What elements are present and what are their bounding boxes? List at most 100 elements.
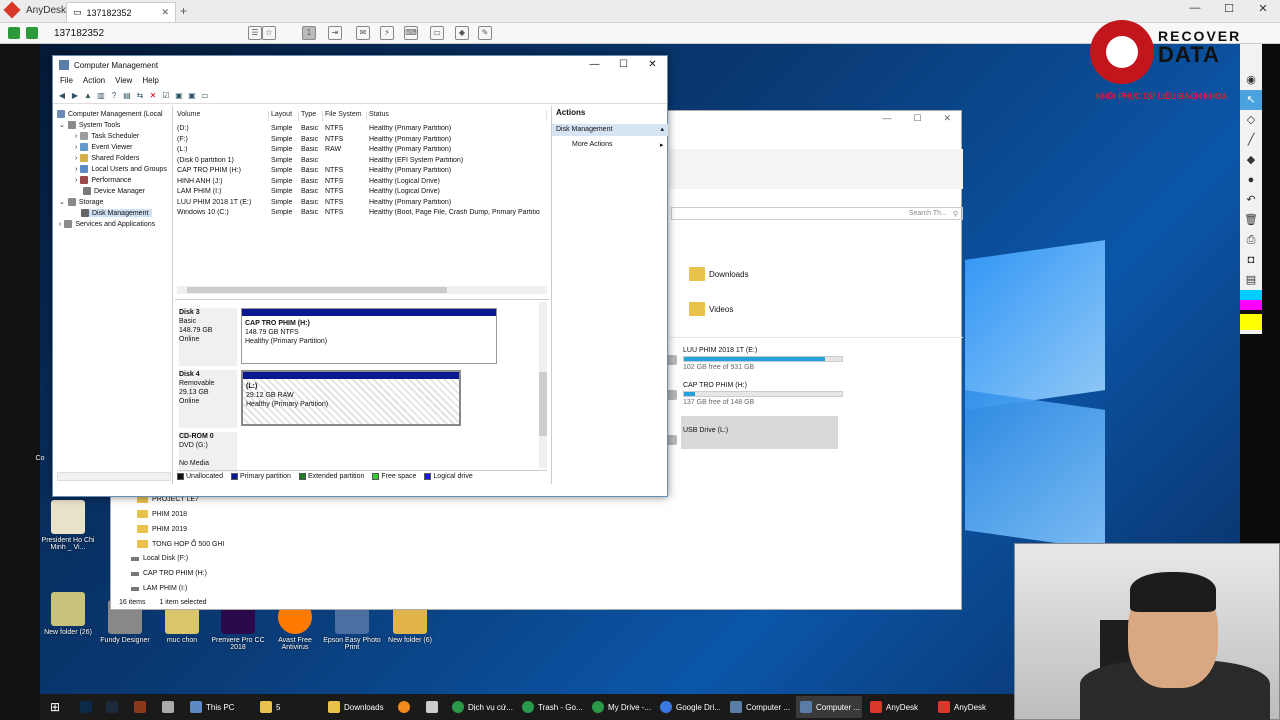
drive-item[interactable]: CAP TRO PHIM (H:) 137 GB free of 148 GB [653,382,843,406]
eraser-icon[interactable]: ◇ [1240,110,1262,130]
tree-node[interactable]: › Performance [75,176,131,184]
collapse-icon[interactable]: ⌄ [59,198,65,206]
volume-row[interactable]: (D:) Simple Basic NTFS Healthy (Primary Part… [175,125,549,136]
menu-file[interactable]: File [60,76,73,85]
connect-icon[interactable]: ⇆ [135,91,145,101]
start-button[interactable]: ⊞ [50,699,60,715]
tree-node[interactable]: › Event Viewer [75,143,132,151]
action-icon[interactable]: ⚡ [380,26,394,40]
menu-help[interactable]: Help [142,76,158,85]
column-file-system[interactable]: File System [325,111,367,121]
expand-icon[interactable]: › [75,166,77,173]
taskbar-anydesk-2[interactable]: AnyDesk [938,699,986,715]
marker-icon[interactable]: ◆ [1240,150,1262,170]
vertical-scrollbar[interactable] [539,302,547,468]
close-button[interactable]: ✕ [943,113,951,124]
maximize-button[interactable]: ☐ [913,113,921,124]
cdrom-label[interactable]: CD-ROM 0 DVD (G:) No Media [179,432,237,472]
minimize-button[interactable]: — [882,113,891,124]
view-icon[interactable]: ▭ [200,91,210,101]
monitor-select-icon[interactable]: 1 [302,26,316,40]
desktop-icon[interactable]: New folder (26) [38,592,98,636]
disk-4-label[interactable]: Disk 4 Removable 29.13 GB Online [179,370,237,428]
taskbar-bridge[interactable] [134,699,146,715]
search-folder-icon[interactable]: ▣ [187,91,197,101]
scroll-thumb[interactable] [539,372,547,436]
maximize-button[interactable]: ☐ [1212,2,1246,15]
column-layout[interactable]: Layout [271,111,299,121]
folder-icon[interactable]: ▣ [174,91,184,101]
desktop-icon[interactable]: President Ho Chi Minh _ Vi... [38,500,98,551]
volume-row[interactable]: (F:) Simple Basic NTFS Healthy (Primary Part… [175,136,549,147]
nav-item[interactable]: CAP TRO PHIM (H:) [131,570,207,577]
send-icon[interactable]: ⇥ [328,26,342,40]
tree-node[interactable]: › Task Scheduler [75,132,139,140]
menu-action[interactable]: Action [83,76,105,85]
taskbar-chrome-1[interactable]: Dịch vụ cứ... [452,699,513,715]
nav-item[interactable]: Local Disk (F:) [131,555,188,562]
taskbar-chrome-2[interactable]: Trash - Go... [522,699,583,715]
folder-videos[interactable]: Videos [689,302,733,316]
up-folder-icon[interactable]: ▲ [83,91,93,101]
drive-item-selected[interactable]: USB Drive (L:) [653,427,843,445]
color-palette-icon[interactable] [1240,290,1262,330]
column-volume[interactable]: Volume [177,111,269,121]
undo-icon[interactable]: ↶ [1240,190,1262,210]
volume-row[interactable]: (L:) Simple Basic RAW Healthy (Primary Parti… [175,146,549,157]
volume-row[interactable]: (Disk 0 partition 1) Simple Basic Healthy (… [175,157,549,168]
show-tree-icon[interactable]: ▥ [96,91,106,101]
scroll-thumb[interactable] [187,287,447,293]
pointer-icon[interactable]: ↖ [1240,90,1262,110]
print-icon[interactable]: ⎙ [1240,230,1262,250]
collapse-icon[interactable]: ⌄ [59,121,65,129]
eye-icon[interactable]: ◉ [1240,70,1262,90]
volume-row[interactable]: HINH ANH (J:) Simple Basic NTFS Healthy (Log… [175,178,549,189]
display-icon[interactable]: ▭ [430,26,444,40]
search-input[interactable]: Search Th... ⚲ [671,207,963,220]
actions-section-disk-management[interactable]: Disk Management ▴ [552,124,668,136]
taskbar-chrome-3[interactable]: My Drive -... [592,699,651,715]
tree-node[interactable]: › Shared Folders [75,154,139,162]
taskbar-firefox[interactable] [398,699,410,715]
taskbar-chrome-4[interactable]: Google Dri... [660,699,721,715]
column-status[interactable]: Status [369,111,547,121]
folder-downloads[interactable]: Downloads [689,267,749,281]
horizontal-scrollbar[interactable] [57,472,171,481]
minimize-button[interactable]: — [580,56,609,74]
check-icon[interactable]: ☑ [161,91,171,101]
partition-l-raw[interactable]: (L:) 29.12 GB RAW Healthy (Primary Partiti… [241,370,461,426]
expand-icon[interactable]: › [75,177,77,184]
close-button[interactable]: ✕ [638,56,667,74]
dot-icon[interactable]: ● [1240,170,1262,190]
close-button[interactable]: ✕ [1246,2,1280,15]
taskbar-computer-management-2[interactable]: Computer ... [800,699,860,715]
tree-node[interactable]: ⌄ System Tools [59,121,120,129]
drive-item[interactable]: LUU PHIM 2018 1T (E:) 102 GB free of 931 … [653,347,843,371]
tree-node[interactable]: Computer Management (Local [57,110,163,118]
tree-node-selected[interactable]: Disk Management [81,209,153,217]
collapse-icon[interactable]: ▴ [660,124,664,136]
trash-icon[interactable]: 🗑 [1240,210,1262,230]
nav-item[interactable]: PHIM 2018 [137,510,187,518]
pen-icon[interactable]: ✎ [478,26,492,40]
taskbar-downloads[interactable]: Downloads [328,699,384,715]
keyboard-icon[interactable]: ⌨ [404,26,418,40]
tree-node[interactable]: › Local Users and Groups [75,165,167,173]
menu-view[interactable]: View [115,76,132,85]
taskbar-this-pc[interactable]: This PC [190,699,234,715]
horizontal-scrollbar[interactable] [177,286,547,294]
nav-item[interactable]: PHIM 2019 [137,525,187,533]
taskbar-folder[interactable]: 5 [260,699,280,715]
delete-icon[interactable]: ✕ [148,91,158,101]
nav-item[interactable]: TONG HOP Ổ 500 GHI [137,540,225,548]
taskbar-app[interactable] [426,699,438,715]
disk-3-label[interactable]: Disk 3 Basic 148.79 GB Online [179,308,237,366]
taskbar-anydesk-1[interactable]: AnyDesk [870,699,918,715]
star-icon[interactable]: ☆ [262,26,276,40]
more-actions[interactable]: More Actions ▸ [572,141,664,149]
forward-icon[interactable]: ▶ [70,91,80,101]
back-icon[interactable]: ◀ [57,91,67,101]
taskbar-app[interactable] [162,699,174,715]
volume-row[interactable]: CAP TRO PHIM (H:) Simple Basic NTFS Healthy … [175,167,549,178]
expand-icon[interactable]: › [59,221,61,228]
